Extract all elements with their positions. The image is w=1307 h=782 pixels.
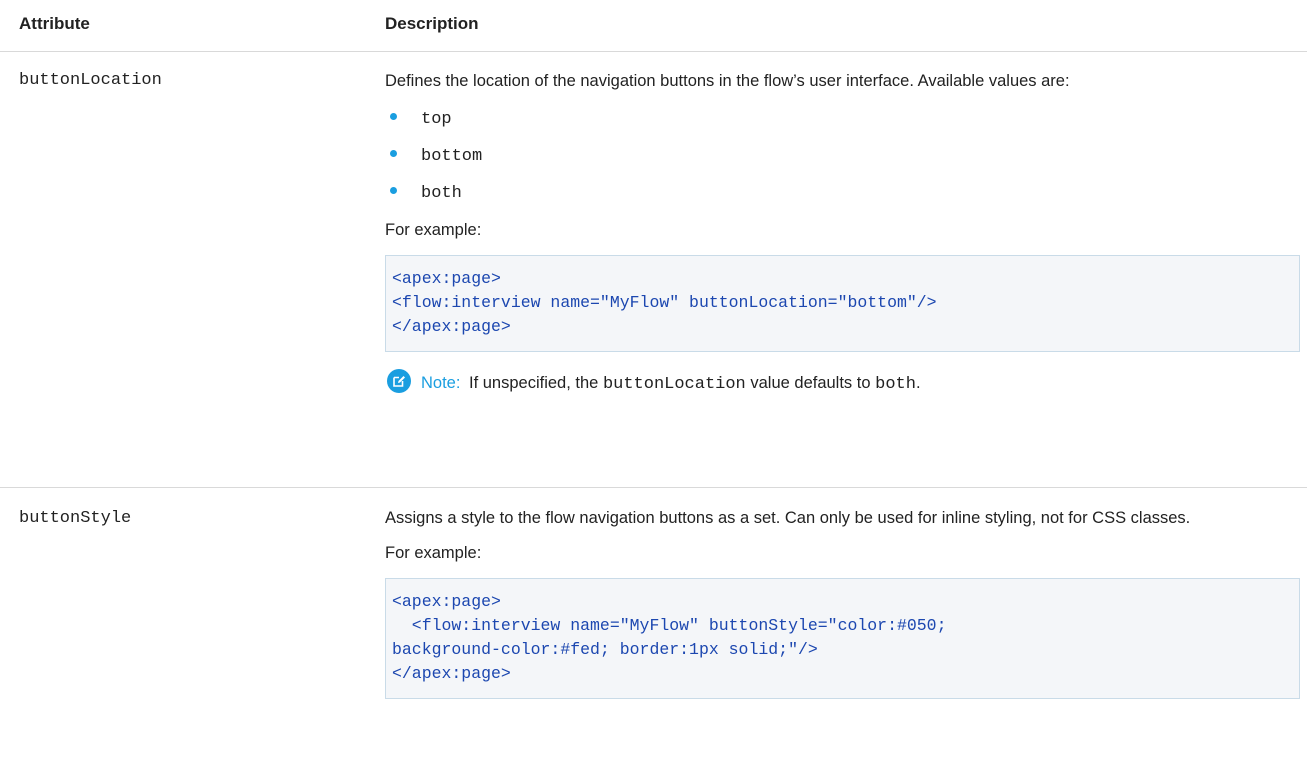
- list-item: both: [385, 181, 1300, 218]
- attribute-name: buttonLocation: [19, 71, 162, 90]
- table-row: buttonLocation Defines the location of t…: [0, 52, 1307, 488]
- note-code-term: buttonLocation: [602, 375, 746, 394]
- attribute-table: Attribute Description buttonLocation Def…: [0, 0, 1307, 782]
- value-text: top: [421, 110, 452, 129]
- note-text-before: If unspecified, the: [469, 374, 599, 392]
- note-text: If unspecified, the buttonLocation value…: [469, 371, 921, 397]
- values-list: top bottom both: [385, 107, 1300, 218]
- table-row: buttonStyle Assigns a style to the flow …: [0, 488, 1307, 782]
- bullet-icon: [390, 187, 397, 194]
- note-text-end: .: [915, 374, 921, 392]
- attribute-description: Assigns a style to the flow navigation b…: [385, 506, 1300, 699]
- table-header: Attribute Description: [0, 0, 1307, 52]
- code-example: <apex:page> <flow:interview name="MyFlow…: [385, 578, 1300, 699]
- edit-note-icon: [387, 369, 411, 393]
- note-text-middle: value defaults to: [750, 374, 871, 392]
- bullet-icon: [390, 150, 397, 157]
- description-text: Assigns a style to the flow navigation b…: [385, 509, 1191, 527]
- code-example: <apex:page> <flow:interview name="MyFlow…: [385, 255, 1300, 352]
- list-item: top: [385, 107, 1300, 144]
- bullet-icon: [390, 113, 397, 120]
- example-intro: For example:: [385, 221, 482, 239]
- attribute-description: Defines the location of the navigation b…: [385, 69, 1300, 397]
- attribute-name: buttonStyle: [19, 509, 132, 528]
- note-code-value: both: [875, 375, 916, 394]
- list-item: bottom: [385, 144, 1300, 181]
- description-column-header: Description: [385, 14, 479, 33]
- attribute-column-header: Attribute: [19, 14, 90, 33]
- value-text: both: [421, 184, 462, 203]
- value-text: bottom: [421, 147, 483, 166]
- example-intro: For example:: [385, 544, 482, 562]
- note-label: Note:: [421, 374, 461, 392]
- description-text: Defines the location of the navigation b…: [385, 72, 1070, 90]
- note-callout: Note: If unspecified, the buttonLocation…: [385, 369, 1300, 397]
